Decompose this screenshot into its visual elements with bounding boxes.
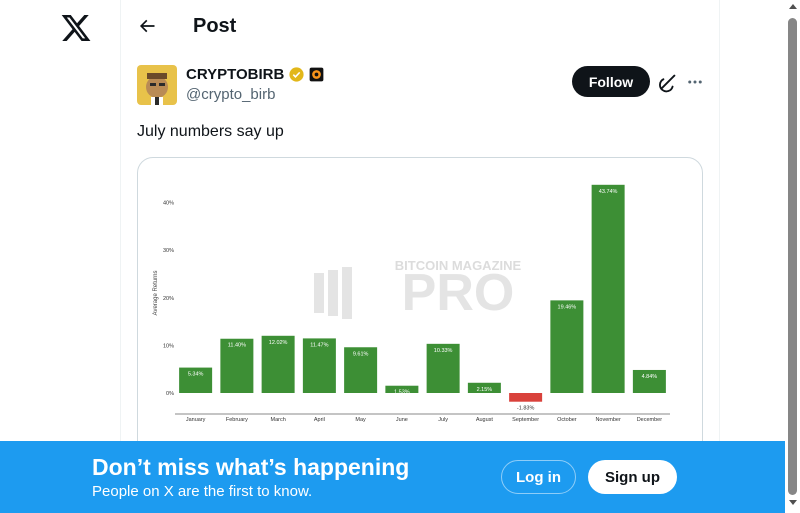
bar-november [591, 184, 625, 393]
bar-october [550, 300, 584, 393]
bar-value-label: 19.46% [558, 304, 577, 310]
bar-value-label: 43.74% [599, 189, 618, 195]
post-image-chart[interactable]: BITCOIN MAGAZINE PRO 0% 10% 20% 30% 40% Janu… [137, 157, 703, 457]
follow-button[interactable]: Follow [572, 66, 650, 97]
y-tick-label: 40% [163, 201, 174, 207]
column-divider-right [719, 0, 720, 513]
bar-value-label: 11.40% [228, 343, 246, 349]
verified-gold-badge-icon [289, 67, 304, 82]
bar-value-label: 11.47% [310, 342, 328, 348]
affiliate-badge-icon [309, 67, 324, 82]
scroll-up-arrow-icon[interactable] [789, 4, 797, 9]
banner-subtitle: People on X are the first to know. [92, 483, 313, 500]
banner-title: Don’t miss what’s happening [92, 454, 410, 480]
bar-value-label: 4.84% [642, 374, 658, 380]
bar-value-label: -1.83% [517, 406, 535, 412]
column-divider-left [120, 0, 121, 513]
chart-watermark-pro: PRO [402, 264, 515, 322]
bar-value-label: 2.15% [477, 387, 493, 393]
y-tick-label: 20% [163, 296, 174, 302]
x-tick-label: August [476, 417, 494, 423]
x-tick-label: April [314, 417, 325, 423]
author-name-row: CRYPTOBIRB [186, 66, 324, 83]
x-tick-label: January [186, 417, 206, 423]
x-tick-label: February [226, 417, 248, 423]
x-logo-icon[interactable] [60, 12, 92, 44]
grok-icon[interactable] [657, 71, 679, 93]
x-tick-label: May [355, 417, 366, 423]
bar-september [509, 393, 543, 402]
x-tick-label: March [270, 417, 285, 423]
author-name[interactable]: CRYPTOBIRB [186, 66, 284, 83]
author-handle[interactable]: @crypto_birb [186, 86, 275, 103]
x-tick-label: November [595, 417, 621, 423]
scrollbar-thumb[interactable] [788, 18, 797, 495]
post-text: July numbers say up [137, 123, 284, 140]
signup-button[interactable]: Sign up [588, 460, 677, 494]
y-axis-label: Average Returns [153, 271, 159, 316]
page-header: Post [121, 0, 719, 53]
more-dots-icon[interactable] [684, 71, 706, 93]
x-tick-label: June [396, 417, 408, 423]
y-tick-label: 30% [163, 248, 174, 254]
bar-value-label: 10.33% [434, 348, 453, 354]
x-tick-label: July [438, 417, 448, 423]
y-tick-label: 10% [163, 343, 174, 349]
bar-chart: BITCOIN MAGAZINE PRO 0%10%20%30%40% Janu… [153, 184, 670, 423]
scroll-down-arrow-icon[interactable] [789, 500, 797, 505]
login-button[interactable]: Log in [501, 460, 576, 494]
arrow-left-icon[interactable] [135, 14, 159, 38]
x-tick-label: September [512, 417, 539, 423]
bar-value-label: 9.61% [353, 351, 369, 357]
bar-value-label: 1.53% [394, 390, 410, 396]
x-tick-label: December [637, 417, 663, 423]
bar-value-label: 12.02% [269, 340, 288, 346]
signup-banner: Don’t miss what’s happening People on X … [0, 441, 785, 513]
page-title: Post [193, 15, 237, 37]
x-tick-label: October [557, 417, 577, 423]
avatar[interactable] [137, 65, 177, 105]
y-tick-label: 0% [166, 391, 174, 397]
chart-watermark-logo [314, 267, 352, 319]
bar-value-label: 5.34% [188, 372, 204, 378]
